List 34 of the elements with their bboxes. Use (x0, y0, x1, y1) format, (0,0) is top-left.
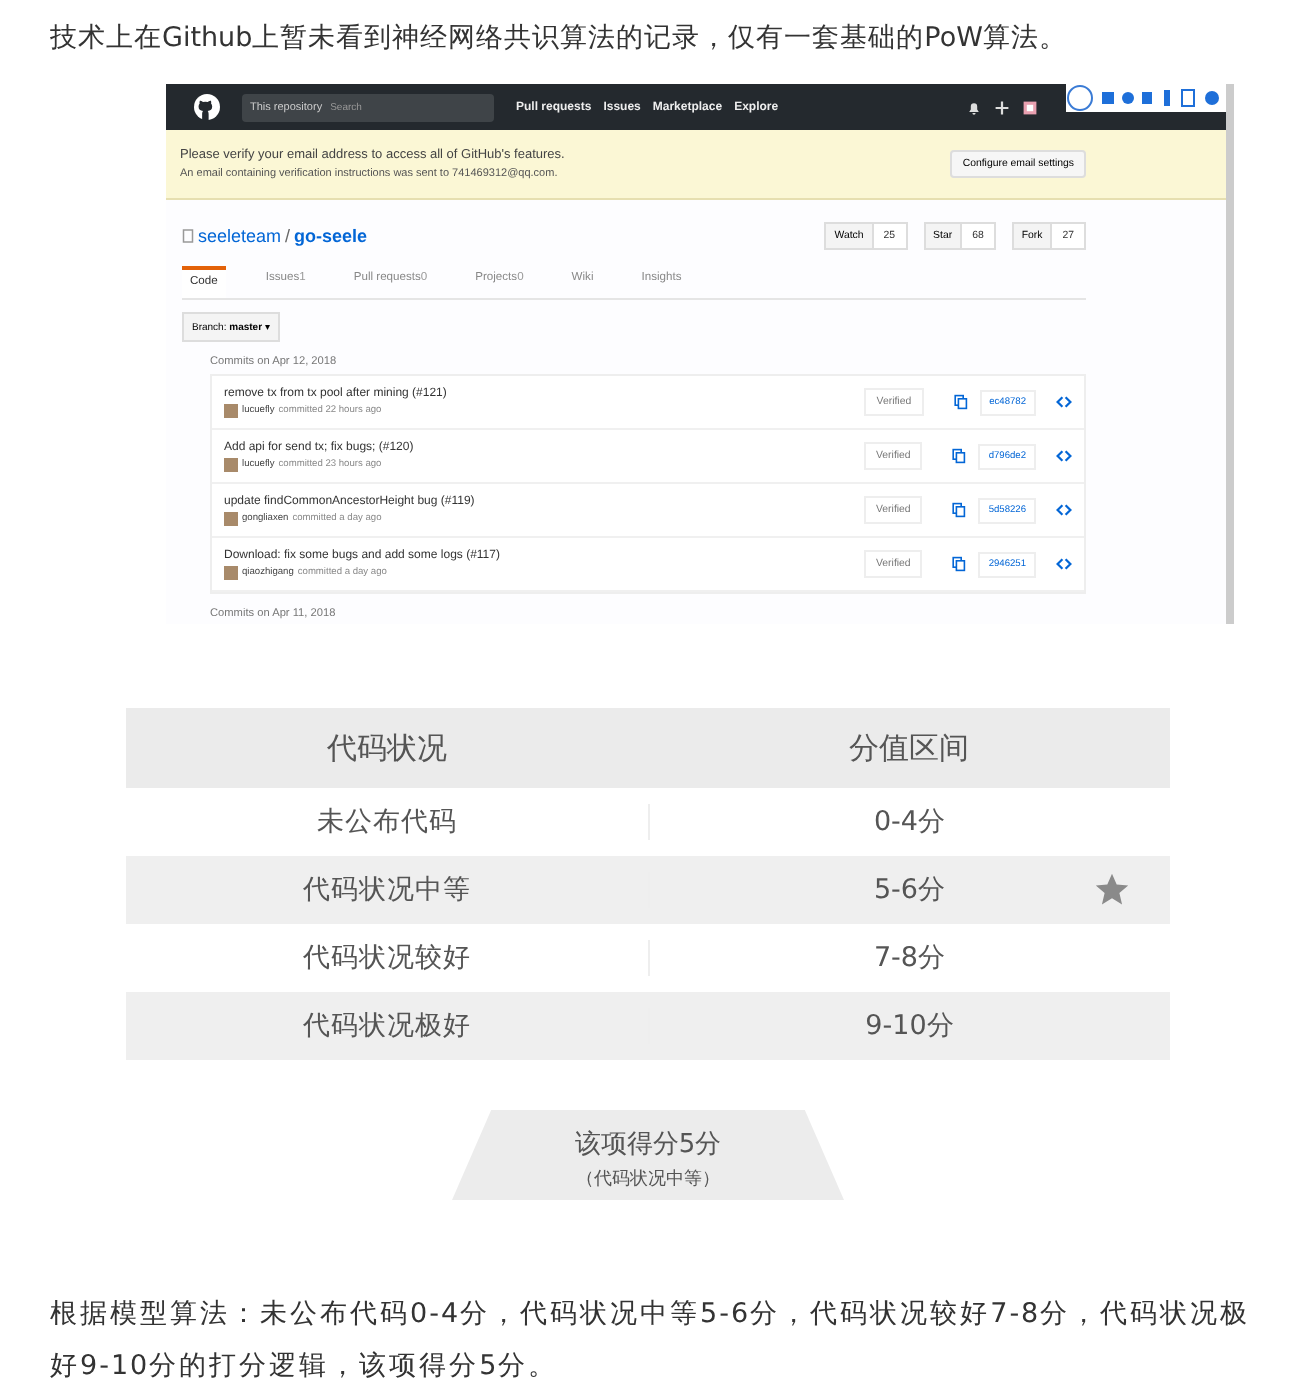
table-cell-text: 9-10分 (863, 1008, 957, 1044)
copy-icon[interactable] (950, 502, 967, 518)
repo-owner-link[interactable]: seeleteam (198, 226, 282, 246)
github-logo-icon (194, 94, 220, 120)
copy-icon[interactable] (950, 448, 967, 464)
plus-icon[interactable] (994, 99, 1010, 115)
result-score: 该项得分5分 (572, 1128, 724, 1162)
code-icon[interactable] (1056, 556, 1072, 572)
table-cell: 代码状况较好 (126, 940, 650, 976)
code-icon[interactable] (1056, 394, 1072, 410)
result-note: （代码状况中等） (574, 1167, 722, 1192)
copy-icon[interactable] (950, 556, 967, 572)
table-cell: 未公布代码 (126, 804, 650, 840)
code-icon[interactable] (1056, 502, 1072, 518)
repo-name-link[interactable]: go-seele (294, 226, 368, 246)
path-separator: / (285, 226, 291, 246)
table-cell-text: 7-8分 (871, 940, 949, 976)
avatar-icon (224, 565, 238, 579)
column-header: 分值区间 (847, 729, 971, 767)
bell-icon[interactable] (966, 99, 982, 115)
intro-text: 技术上在Github上暂未看到神经网络共识算法的记录，仅有一套基础的PoW算法。 (50, 20, 1069, 58)
code-icon[interactable] (1056, 448, 1072, 464)
column-header: 代码状况 (325, 729, 449, 767)
copy-icon[interactable] (951, 394, 968, 410)
summary-text: 根据模型算法：未公布代码0-4分，代码状况中等5-6分，代码状况较好7-8分，代码状况极好9-10分的打分逻辑，该项得分5分。 (50, 1296, 1253, 1386)
table-cell: 代码状况极好 (126, 1008, 650, 1044)
repo-icon (182, 228, 194, 244)
table-cell-text: 5-6分 (871, 872, 949, 908)
table-cell-text: 0-4分 (871, 804, 949, 840)
avatar-icon (224, 403, 238, 417)
table-cell: 代码状况中等 (126, 872, 650, 908)
avatar-icon (224, 511, 238, 525)
avatar-icon (224, 457, 238, 471)
avatar-icon[interactable] (1022, 99, 1038, 115)
